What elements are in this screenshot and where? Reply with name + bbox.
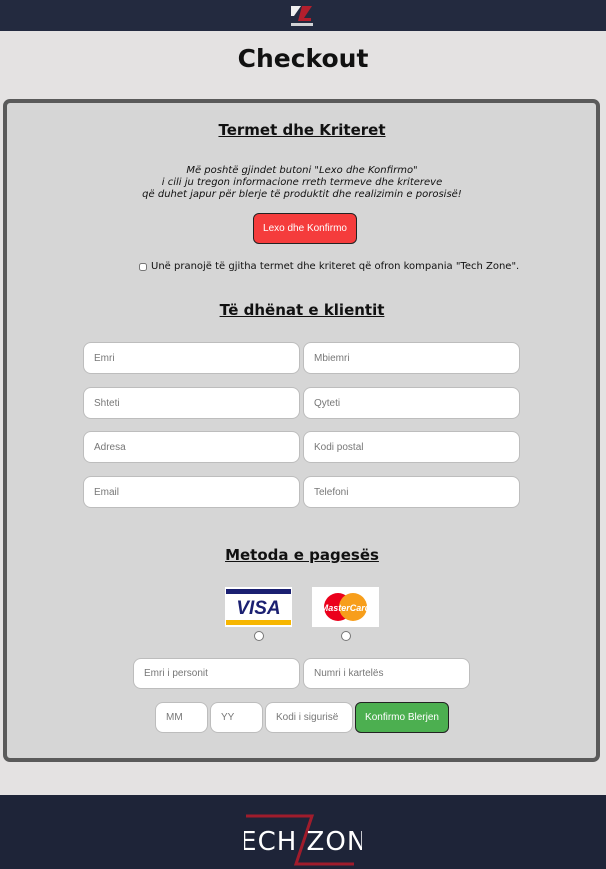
mastercard-radio[interactable]	[341, 631, 351, 641]
phone-field[interactable]	[303, 476, 520, 508]
postal-code-field[interactable]	[303, 431, 520, 463]
expiry-month-field[interactable]	[155, 702, 208, 733]
visa-icon: VISA	[225, 587, 292, 627]
techzone-logo-text: TECH ZONE	[244, 827, 362, 857]
mastercard-logo[interactable]: MasterCard	[312, 587, 379, 627]
city-field[interactable]	[303, 387, 520, 419]
last-name-field[interactable]	[303, 342, 520, 374]
mastercard-icon: MasterCard	[312, 587, 379, 627]
country-field[interactable]	[83, 387, 300, 419]
payment-method-title: Metoda e pagesës	[225, 546, 379, 564]
terms-description: Më poshtë gjindet butoni "Lexo dhe Konfi…	[7, 165, 597, 201]
mastercard-text: MasterCard	[321, 603, 371, 613]
card-number-field[interactable]	[303, 658, 470, 689]
address-field[interactable]	[83, 431, 300, 463]
security-code-field[interactable]	[265, 702, 353, 733]
top-bar	[0, 0, 606, 31]
checkout-panel: Termet dhe Kriteret Më poshtë gjindet bu…	[3, 99, 600, 762]
visa-radio[interactable]	[254, 631, 264, 641]
first-name-field[interactable]	[83, 342, 300, 374]
agree-terms-label: Unë pranojë të gjitha termet dhe kritere…	[151, 261, 520, 272]
expiry-year-field[interactable]	[210, 702, 263, 733]
terms-line-2: i cili ju tregon informacione rreth term…	[161, 177, 443, 188]
cardholder-name-field[interactable]	[133, 658, 300, 689]
techzone-logo-icon[interactable]: TECH ZONE	[244, 814, 362, 866]
terms-line-3: që duhet japur për blerje të produktit d…	[142, 189, 462, 200]
agree-terms-row[interactable]: Unë pranojë të gjitha termet dhe kritere…	[139, 261, 519, 272]
terms-title: Termet dhe Kriteret	[218, 121, 386, 139]
visa-logo[interactable]: VISA	[225, 587, 292, 627]
email-field[interactable]	[83, 476, 300, 508]
terms-line-1: Më poshtë gjindet butoni "Lexo dhe Konfi…	[186, 165, 418, 176]
read-and-confirm-button[interactable]: Lexo dhe Konfirmo	[253, 213, 357, 244]
page-title: Checkout	[237, 44, 369, 73]
agree-terms-checkbox[interactable]	[139, 262, 147, 271]
client-details-title: Të dhënat e klientit	[219, 301, 385, 319]
techzone-small-logo-icon[interactable]	[290, 3, 314, 28]
confirm-purchase-button[interactable]: Konfirmo Blerjen	[355, 702, 449, 733]
visa-text: VISA	[236, 598, 280, 619]
